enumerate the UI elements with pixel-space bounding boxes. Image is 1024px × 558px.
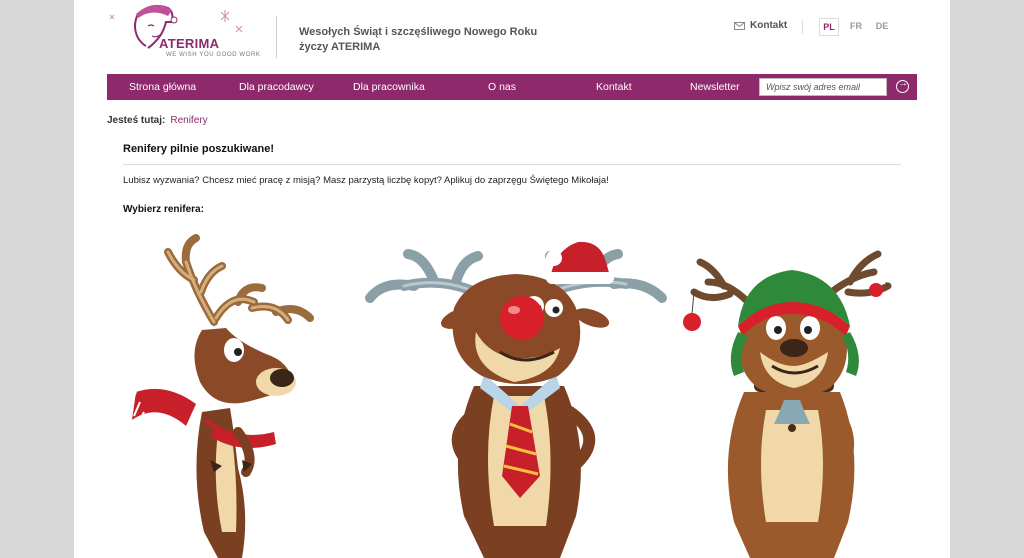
- lang-pl[interactable]: PL: [819, 18, 839, 36]
- top-contact-link[interactable]: Kontakt: [734, 20, 787, 31]
- reindeer-1[interactable]: [126, 232, 361, 558]
- main-nav: Strona główna Dla pracodawcy Dla pracown…: [107, 74, 917, 100]
- top-separator: [802, 20, 803, 34]
- breadcrumb: Jesteś tutaj: Renifery: [107, 115, 208, 126]
- greeting-line-2: życzy ATERIMA: [299, 41, 381, 53]
- logo[interactable]: ATERIMA WE WISH YOU GOOD WORK: [108, 0, 302, 62]
- nav-contact[interactable]: Kontakt: [596, 74, 632, 100]
- lang-fr[interactable]: FR: [847, 18, 865, 34]
- greeting: Wesołych Świąt i szczęśliwego Nowego Rok…: [299, 25, 537, 55]
- newsletter-label: Newsletter: [690, 81, 740, 93]
- reindeer-2[interactable]: [364, 236, 674, 558]
- lang-de[interactable]: DE: [873, 18, 891, 34]
- top-contact-label: Kontakt: [750, 20, 788, 31]
- reindeer-1-illustration: [129, 234, 314, 558]
- page: ATERIMA WE WISH YOU GOOD WORK Wesołych Ś…: [74, 0, 950, 558]
- logo-text: ATERIMA: [159, 36, 220, 51]
- newsletter-email-input[interactable]: [759, 78, 887, 96]
- intro-text: Lubisz wyzwania? Chcesz mieć pracę z mis…: [123, 175, 609, 186]
- newsletter-submit-button[interactable]: [896, 78, 909, 93]
- choose-label: Wybierz renifera:: [123, 204, 204, 215]
- reindeer-2-illustration: [365, 241, 667, 558]
- nav-about[interactable]: O nas: [488, 74, 516, 100]
- page-title: Renifery pilnie poszukiwane!: [123, 143, 274, 155]
- title-divider: [123, 164, 901, 165]
- greeting-line-1: Wesołych Świąt i szczęśliwego Nowego Rok…: [299, 26, 538, 38]
- breadcrumb-current[interactable]: Renifery: [170, 115, 207, 126]
- nav-employer[interactable]: Dla pracodawcy: [239, 74, 314, 100]
- language-switcher: PL FR DE: [819, 18, 891, 36]
- breadcrumb-label: Jesteś tutaj:: [107, 115, 166, 126]
- reindeer-3-illustration: [683, 250, 892, 558]
- reindeer-3[interactable]: [674, 232, 904, 558]
- envelope-icon: [734, 21, 745, 30]
- nav-home[interactable]: Strona główna: [129, 74, 196, 100]
- logo-tagline: WE WISH YOU GOOD WORK: [166, 52, 261, 58]
- header-divider: [276, 16, 277, 58]
- nav-employee[interactable]: Dla pracownika: [353, 74, 425, 100]
